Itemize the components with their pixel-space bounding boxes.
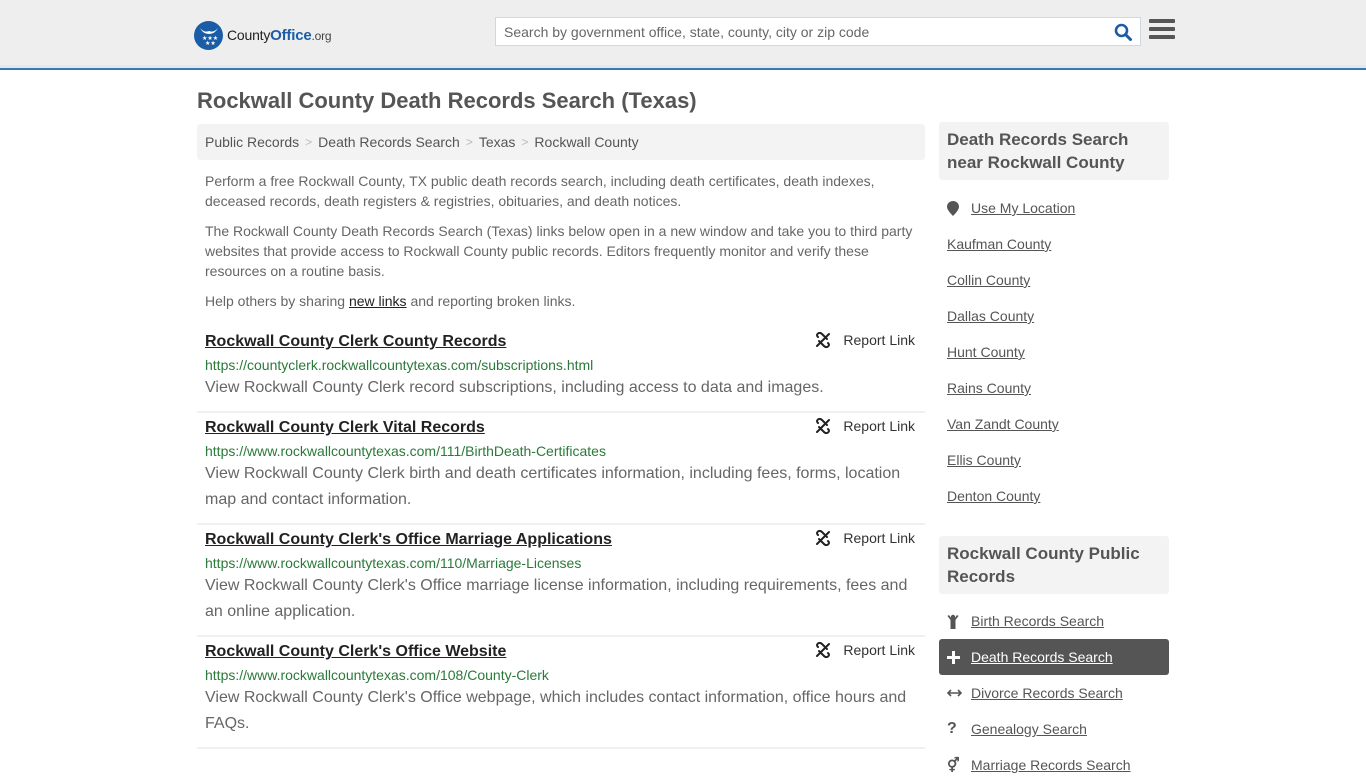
result-description: View Rockwall County Clerk birth and dea… [205, 465, 901, 508]
sidebar-item-marriage-records[interactable]: ⚥ Marriage Records Search [939, 747, 1169, 783]
nearby-county-item: Dallas County [939, 298, 1169, 334]
breadcrumb-separator: > [465, 135, 473, 149]
result-url: https://www.rockwallcountytexas.com/108/… [205, 667, 549, 683]
result-title-link[interactable]: Rockwall County Clerk's Office Marriage … [205, 530, 612, 550]
result-title-link[interactable]: Rockwall County Clerk County Records [205, 332, 506, 352]
sidebar-item-genealogy[interactable]: ? Genealogy Search [939, 711, 1169, 747]
broken-link-icon [816, 642, 831, 658]
gender-symbol-icon: ⚥ [947, 756, 960, 773]
question-mark-icon: ? [947, 720, 957, 737]
county-link-dallas[interactable]: Dallas County [947, 308, 1034, 324]
search-input[interactable] [496, 18, 1106, 45]
breadcrumb: Public Records > Death Records Search > … [197, 124, 925, 160]
county-link-collin[interactable]: Collin County [947, 272, 1030, 288]
page-title: Rockwall County Death Records Search (Te… [197, 88, 697, 113]
breadcrumb-texas[interactable]: Texas [479, 134, 516, 150]
result-item: Rockwall County Clerk's Office Website R… [197, 637, 925, 749]
search-bar [495, 17, 1141, 46]
results-list: Rockwall County Clerk County Records Rep… [197, 327, 925, 749]
site-logo[interactable]: ★★★ ★★ CountyOffice.org [194, 20, 332, 50]
intro-paragraph-2: The Rockwall County Death Records Search… [205, 223, 913, 279]
nearby-county-item: Ellis County [939, 442, 1169, 478]
sidebar-public-records: Rockwall County Public Records Birth Rec… [939, 536, 1169, 783]
new-links-link[interactable]: new links [349, 293, 407, 309]
result-title-link[interactable]: Rockwall County Clerk Vital Records [205, 418, 485, 438]
sidebar-nearby-heading: Death Records Search near Rockwall Count… [939, 122, 1169, 180]
site-header: ★★★ ★★ CountyOffice.org [0, 0, 1366, 70]
result-description: View Rockwall County Clerk record subscr… [205, 379, 824, 396]
map-pin-icon [947, 200, 971, 216]
breadcrumb-rockwall-county[interactable]: Rockwall County [534, 134, 638, 150]
child-icon [947, 614, 971, 629]
broken-link-icon [816, 418, 831, 434]
breadcrumb-death-records-search[interactable]: Death Records Search [318, 134, 460, 150]
result-item: Rockwall County Clerk County Records Rep… [197, 327, 925, 413]
genealogy-link[interactable]: Genealogy Search [971, 721, 1087, 737]
intro-paragraph-1: Perform a free Rockwall County, TX publi… [205, 173, 875, 209]
use-my-location[interactable]: Use My Location [939, 190, 1169, 226]
county-link-rains[interactable]: Rains County [947, 380, 1031, 396]
broken-link-icon [816, 530, 831, 546]
nearby-county-item: Kaufman County [939, 226, 1169, 262]
birth-records-link[interactable]: Birth Records Search [971, 613, 1104, 629]
nearby-county-item: Hunt County [939, 334, 1169, 370]
breadcrumb-separator: > [305, 135, 313, 149]
report-link-button[interactable]: Report Link [815, 418, 915, 434]
result-item: Rockwall County Clerk Vital Records Repo… [197, 413, 925, 525]
nearby-county-item: Denton County [939, 478, 1169, 514]
nearby-county-item: Rains County [939, 370, 1169, 406]
double-arrow-icon [947, 688, 971, 698]
result-url: https://countyclerk.rockwallcountytexas.… [205, 357, 594, 373]
broken-link-icon [816, 332, 831, 348]
sidebar-item-birth-records[interactable]: Birth Records Search [939, 603, 1169, 639]
intro-paragraph-3: Help others by sharing new links and rep… [205, 293, 576, 309]
report-link-button[interactable]: Report Link [815, 642, 915, 658]
search-icon [1114, 23, 1132, 41]
result-title-link[interactable]: Rockwall County Clerk's Office Website [205, 642, 506, 662]
sidebar-nearby: Death Records Search near Rockwall Count… [939, 122, 1169, 514]
result-url: https://www.rockwallcountytexas.com/110/… [205, 555, 582, 571]
sidebar-item-death-records[interactable]: Death Records Search [939, 639, 1169, 675]
result-url: https://www.rockwallcountytexas.com/111/… [205, 443, 606, 459]
intro-text: Perform a free Rockwall County, TX publi… [205, 171, 923, 321]
divorce-records-link[interactable]: Divorce Records Search [971, 685, 1123, 701]
breadcrumb-public-records[interactable]: Public Records [205, 134, 299, 150]
county-link-denton[interactable]: Denton County [947, 488, 1040, 504]
eagle-stars-badge-icon: ★★★ ★★ [194, 20, 223, 50]
use-my-location-link[interactable]: Use My Location [971, 200, 1075, 216]
logo-wordmark: CountyOffice.org [227, 26, 332, 44]
hamburger-menu-icon[interactable] [1149, 19, 1175, 43]
nearby-county-item: Collin County [939, 262, 1169, 298]
search-button[interactable] [1106, 18, 1140, 45]
sidebar-public-records-heading: Rockwall County Public Records [939, 536, 1169, 594]
result-description: View Rockwall County Clerk's Office webp… [205, 689, 907, 732]
county-link-ellis[interactable]: Ellis County [947, 452, 1021, 468]
county-link-van-zandt[interactable]: Van Zandt County [947, 416, 1059, 432]
report-link-button[interactable]: Report Link [815, 530, 915, 546]
svg-text:★★: ★★ [205, 40, 216, 45]
nearby-county-list: Use My Location Kaufman County Collin Co… [939, 180, 1169, 514]
public-records-list: Birth Records Search Death Records Searc… [939, 594, 1169, 783]
report-link-button[interactable]: Report Link [815, 332, 915, 348]
breadcrumb-separator: > [521, 135, 529, 149]
county-link-hunt[interactable]: Hunt County [947, 344, 1025, 360]
county-link-kaufman[interactable]: Kaufman County [947, 236, 1051, 252]
sidebar-item-divorce-records[interactable]: Divorce Records Search [939, 675, 1169, 711]
result-item: Rockwall County Clerk's Office Marriage … [197, 525, 925, 637]
death-records-link[interactable]: Death Records Search [971, 649, 1113, 665]
marriage-records-link[interactable]: Marriage Records Search [971, 757, 1131, 773]
plus-cross-icon [947, 650, 971, 664]
nearby-county-item: Van Zandt County [939, 406, 1169, 442]
result-description: View Rockwall County Clerk's Office marr… [205, 577, 908, 620]
